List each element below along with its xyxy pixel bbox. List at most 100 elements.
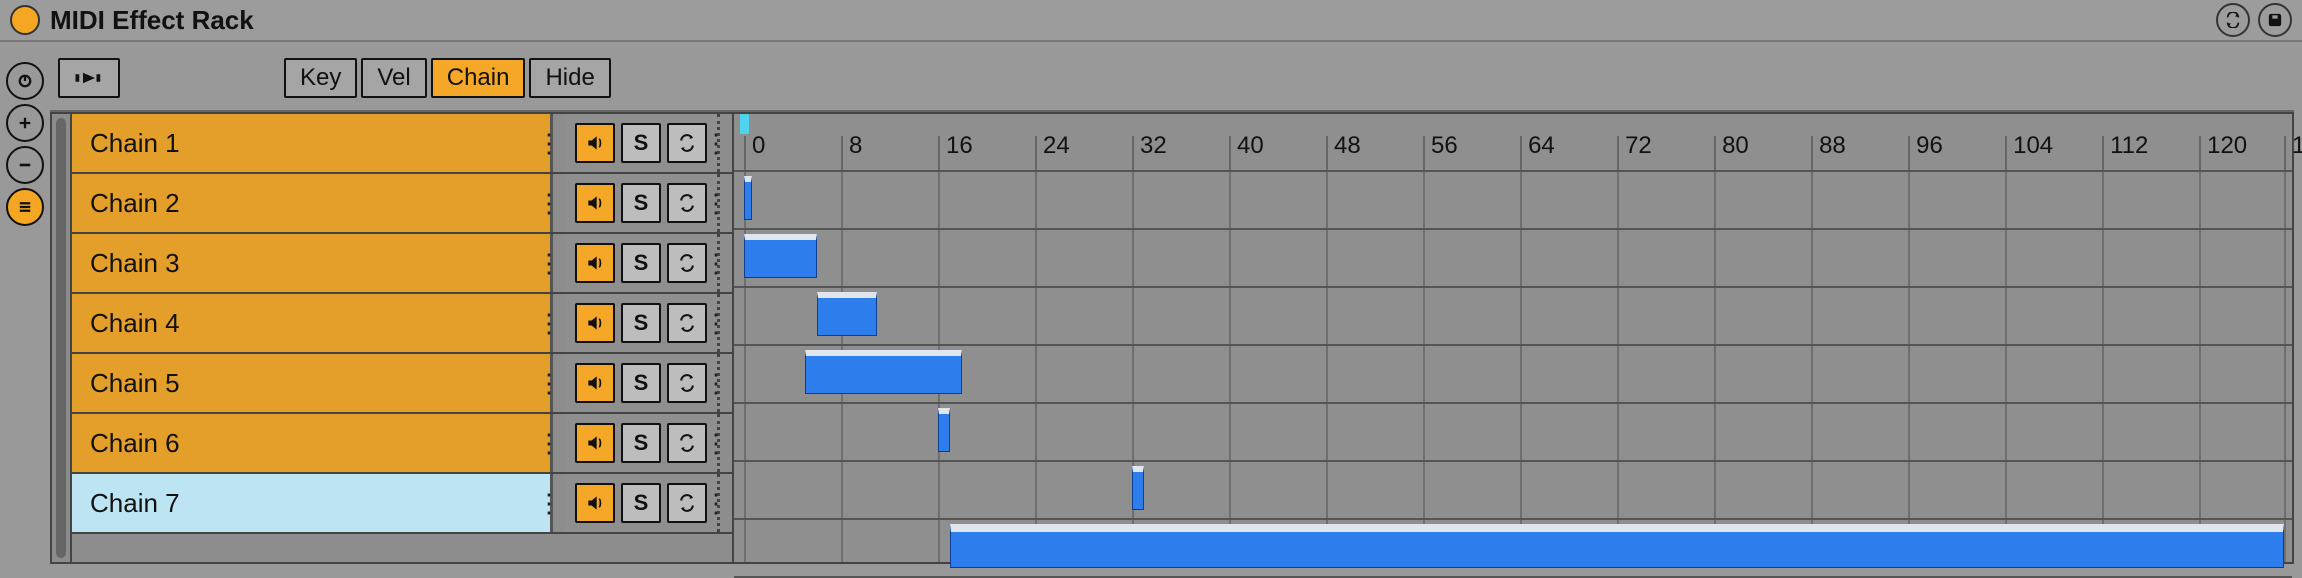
chain-activator-button[interactable] xyxy=(575,303,615,343)
save-icon xyxy=(2267,12,2283,28)
drag-handle-icon[interactable]: ⋮⋮ xyxy=(720,414,732,472)
macro-view-button[interactable] xyxy=(6,62,44,100)
chain-solo-button[interactable]: S xyxy=(621,363,661,403)
chain-hotswap-button[interactable] xyxy=(667,423,707,463)
chain-solo-button[interactable]: S xyxy=(621,483,661,523)
hotswap-icon xyxy=(677,313,697,333)
drag-handle-icon[interactable]: ⋮⋮ xyxy=(553,474,565,532)
tab-key[interactable]: Key xyxy=(284,58,357,98)
chain-row[interactable]: Chain 6⋮⋮S⋮⋮ xyxy=(72,414,732,474)
chain-hotswap-button[interactable] xyxy=(667,363,707,403)
chain-name[interactable]: Chain 3 xyxy=(72,234,553,292)
chain-list-button[interactable] xyxy=(6,188,44,226)
chain-row[interactable]: Chain 7⋮⋮S⋮⋮ xyxy=(72,474,732,534)
ruler-label: 112 xyxy=(2110,132,2148,160)
ruler-tick: 32 xyxy=(1132,136,1134,170)
drag-handle-icon[interactable]: ⋮⋮ xyxy=(553,414,565,472)
chain-panel: Chain 1⋮⋮S⋮⋮Chain 2⋮⋮S⋮⋮Chain 3⋮⋮S⋮⋮Chai… xyxy=(50,112,732,564)
chain-solo-button[interactable]: S xyxy=(621,303,661,343)
titlebar: MIDI Effect Rack xyxy=(0,0,2302,42)
drag-handle-icon[interactable]: ⋮⋮ xyxy=(553,234,565,292)
save-preset-button[interactable] xyxy=(2258,3,2292,37)
chain-name[interactable]: Chain 1 xyxy=(72,114,553,172)
remove-chain-button[interactable] xyxy=(6,146,44,184)
tab-vel[interactable]: Vel xyxy=(361,58,426,98)
drag-handle-icon[interactable]: ⋮⋮ xyxy=(553,354,565,412)
list-icon xyxy=(16,198,34,216)
chain-activator-button[interactable] xyxy=(575,123,615,163)
macro-icon xyxy=(16,72,34,90)
chain-hotswap-button[interactable] xyxy=(667,483,707,523)
chain-buttons: S xyxy=(565,234,720,292)
chain-activator-button[interactable] xyxy=(575,423,615,463)
tab-chain[interactable]: Chain xyxy=(431,58,526,98)
chain-name[interactable]: Chain 4 xyxy=(72,294,553,352)
chain-zone[interactable] xyxy=(817,292,878,336)
chain-row[interactable]: Chain 2⋮⋮S⋮⋮ xyxy=(72,174,732,234)
chain-buttons: S xyxy=(565,414,720,472)
chain-activator-button[interactable] xyxy=(575,243,615,283)
drag-handle-icon[interactable]: ⋮⋮ xyxy=(553,174,565,232)
drag-handle-icon[interactable]: ⋮⋮ xyxy=(720,474,732,532)
chain-activator-button[interactable] xyxy=(575,363,615,403)
chain-buttons: S xyxy=(565,114,720,172)
chain-zone[interactable] xyxy=(950,524,2284,568)
ruler-label: 120 xyxy=(2207,132,2247,160)
chain-solo-button[interactable]: S xyxy=(621,183,661,223)
speaker-icon xyxy=(585,313,605,333)
ruler-label: 72 xyxy=(1625,132,1652,160)
chain-row[interactable]: Chain 4⋮⋮S⋮⋮ xyxy=(72,294,732,354)
ruler-label: 48 xyxy=(1334,132,1361,160)
chain-hotswap-button[interactable] xyxy=(667,183,707,223)
auto-select-button[interactable] xyxy=(58,58,120,98)
chain-row[interactable]: Chain 5⋮⋮S⋮⋮ xyxy=(72,354,732,414)
zone-ruler[interactable]: 081624324048566472808896104112120127 xyxy=(734,114,2292,170)
chain-hotswap-button[interactable] xyxy=(667,243,707,283)
speaker-icon xyxy=(585,133,605,153)
chain-zone[interactable] xyxy=(744,176,752,220)
ruler-tick: 104 xyxy=(2005,136,2007,170)
chain-hotswap-button[interactable] xyxy=(667,123,707,163)
chain-zone[interactable] xyxy=(744,234,817,278)
side-rail xyxy=(0,42,50,572)
ruler-tick: 80 xyxy=(1714,136,1716,170)
rand-button[interactable] xyxy=(2216,3,2250,37)
drag-handle-icon[interactable]: ⋮⋮ xyxy=(720,234,732,292)
ruler-label: 127 xyxy=(2292,132,2302,160)
drag-handle-icon[interactable]: ⋮⋮ xyxy=(720,174,732,232)
chain-name[interactable]: Chain 7 xyxy=(72,474,553,532)
chain-scrollbar[interactable] xyxy=(52,114,72,562)
chain-activator-button[interactable] xyxy=(575,483,615,523)
drag-handle-icon[interactable]: ⋮⋮ xyxy=(720,294,732,352)
chain-hotswap-button[interactable] xyxy=(667,303,707,343)
content-area: Chain 1⋮⋮S⋮⋮Chain 2⋮⋮S⋮⋮Chain 3⋮⋮S⋮⋮Chai… xyxy=(50,110,2294,564)
drag-handle-icon[interactable]: ⋮⋮ xyxy=(720,114,732,172)
chain-activator-button[interactable] xyxy=(575,183,615,223)
chain-name[interactable]: Chain 2 xyxy=(72,174,553,232)
chain-solo-button[interactable]: S xyxy=(621,243,661,283)
chain-zone[interactable] xyxy=(805,350,963,394)
zone-tracks[interactable] xyxy=(734,170,2292,562)
chain-zone[interactable] xyxy=(1132,466,1144,510)
chain-row[interactable]: Chain 1⋮⋮S⋮⋮ xyxy=(72,114,732,174)
zone-tab-group: Key Vel Chain Hide xyxy=(284,58,611,98)
hotswap-icon xyxy=(677,433,697,453)
chain-name[interactable]: Chain 6 xyxy=(72,414,553,472)
ruler-tick: 127 xyxy=(2284,136,2286,170)
chain-solo-button[interactable]: S xyxy=(621,123,661,163)
chain-zone[interactable] xyxy=(938,408,950,452)
toolbar: Key Vel Chain Hide xyxy=(50,50,2294,106)
drag-handle-icon[interactable]: ⋮⋮ xyxy=(553,114,565,172)
drag-handle-icon[interactable]: ⋮⋮ xyxy=(553,294,565,352)
device-activator[interactable] xyxy=(10,5,40,35)
ruler-tick: 16 xyxy=(938,136,940,170)
ruler-tick: 40 xyxy=(1229,136,1231,170)
chain-solo-button[interactable]: S xyxy=(621,423,661,463)
chain-row[interactable]: Chain 3⋮⋮S⋮⋮ xyxy=(72,234,732,294)
speaker-icon xyxy=(585,493,605,513)
tab-hide[interactable]: Hide xyxy=(529,58,610,98)
ruler-tick: 64 xyxy=(1520,136,1522,170)
drag-handle-icon[interactable]: ⋮⋮ xyxy=(720,354,732,412)
add-chain-button[interactable] xyxy=(6,104,44,142)
chain-name[interactable]: Chain 5 xyxy=(72,354,553,412)
